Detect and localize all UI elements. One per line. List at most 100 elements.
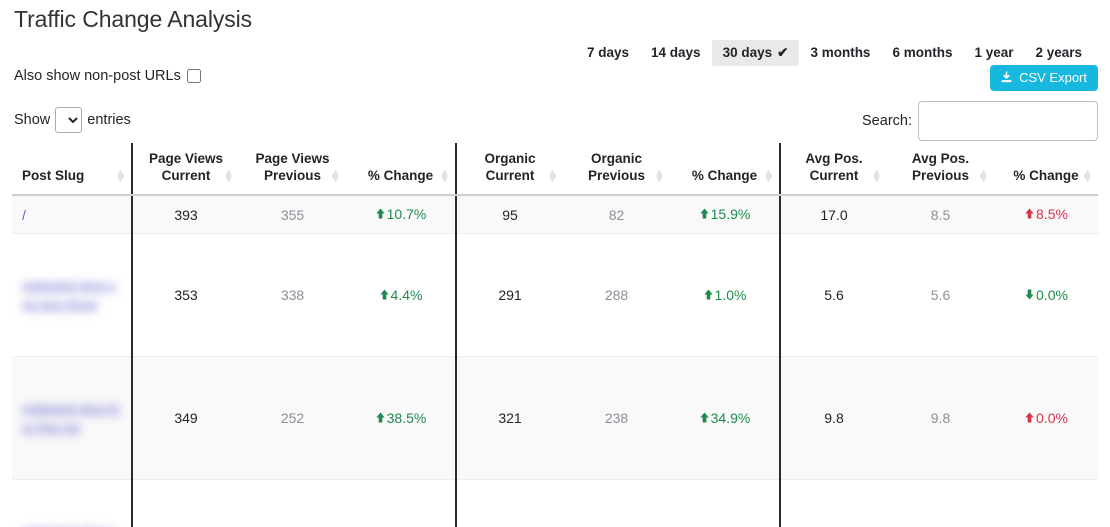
sort-indicator-icon [873,169,880,183]
download-icon [1000,71,1013,84]
column-header-page-views-current-1[interactable]: Page Views Current [131,143,239,196]
post-slug-link[interactable]: / [22,207,26,223]
table-row: redacted-slug-four-five-six 349 252 38.5% 32… [12,356,1098,480]
column-header-avg-pos-current-7[interactable]: Avg Pos. Current [779,143,887,196]
column-header-label: % Change [1013,167,1079,183]
column-header-avg-pos-previous-8[interactable]: Avg Pos. Previous [887,143,994,196]
range-option-6-months[interactable]: 6 months [881,40,963,66]
column-header-post-slug-0[interactable]: Post Slug [12,143,132,196]
search-input[interactable] [918,101,1098,141]
column-header-label: Avg Pos. Previous [911,151,970,183]
table-row: / 393 355 10.7% 95 82 15.9% 17.0 8.5 8.5% [12,194,1098,234]
range-option-label: 2 years [1035,45,1083,60]
show-entries-suffix: entries [87,112,131,128]
column-header-label: Organic Current [484,151,536,183]
percent-change-text: 0.0% [1036,409,1068,426]
range-option-14-days[interactable]: 14 days [640,40,712,66]
range-option-1-year[interactable]: 1 year [963,40,1024,66]
post-slug-link[interactable]: redacted-slug-one-two-three [22,276,122,314]
cell-pv-current: 322 [131,479,239,527]
table-body: / 393 355 10.7% 95 82 15.9% 17.0 8.5 8.5% redacted… [12,194,1098,527]
range-option-label: 14 days [651,45,701,60]
entries-length-control: Show 102550100 entries [14,107,131,133]
cell-org-change: 1.0% [670,233,780,357]
column-header-change-6[interactable]: % Change [670,143,780,196]
cell-pos-current: 17.0 [779,194,887,234]
percent-change-text: 1.0% [714,286,747,303]
non-post-urls-label: Also show non-post URLs [14,68,181,84]
cell-org-current: 95 [455,194,563,234]
traffic-change-table: Post Slug Page Views Current Page Views Pr… [12,143,1098,527]
entries-per-page-select[interactable]: 102550100 [55,107,83,133]
cell-pos-change: 1.0% [994,479,1098,527]
column-header-organic-current-4[interactable]: Organic Current [455,143,563,196]
range-option-label: 7 days [587,45,630,60]
trend-up-arrow-icon [700,208,709,219]
cell-pv-previous: 355 [239,194,346,234]
search-label: Search: [862,113,912,129]
cell-pos-current: 5.6 [779,233,887,357]
column-header-label: % Change [691,167,758,183]
range-option-30-days[interactable]: 30 days ✔ [711,40,800,66]
range-option-7-days[interactable]: 7 days [576,40,640,66]
percent-change-text: 10.7% [386,205,427,222]
trend-up-arrow-icon [1025,412,1034,423]
sort-indicator-icon [117,169,124,183]
percent-change-text: 38.5% [386,409,427,426]
post-slug-link[interactable]: redacted-slug-seven-eight-nine [22,522,122,527]
csv-export-label: CSV Export [1019,70,1087,85]
column-header-page-views-previous-2[interactable]: Page Views Previous [239,143,346,196]
range-option-2-years[interactable]: 2 years [1025,40,1094,66]
sort-indicator-icon [765,169,772,183]
percent-change-value: 8.5% [1024,206,1068,222]
percent-change-text: 0.0% [1036,286,1068,303]
sort-indicator-icon [441,169,448,183]
sort-indicator-icon [656,169,663,183]
trend-up-arrow-icon [376,412,385,423]
cell-pos-change: 0.0% [994,356,1098,480]
range-option-label: 6 months [892,45,953,60]
cell-pos-current: 9.8 [779,356,887,480]
column-header-label: Page Views Previous [255,151,330,183]
check-icon: ✔ [777,45,789,60]
cell-org-previous: 248 [563,479,670,527]
column-header-change-3[interactable]: % Change [346,143,456,196]
column-header-label: Page Views Current [148,151,224,183]
cell-post-slug: / [12,194,132,234]
percent-change-value: 0.0% [1024,410,1068,426]
table-header: Post Slug Page Views Current Page Views Pr… [12,143,1098,196]
non-post-urls-checkbox[interactable] [186,69,201,83]
percent-change-value: 0.0% [1024,287,1068,303]
percent-change-value: 1.0% [703,286,747,303]
percent-change-value: 4.4% [379,287,422,303]
table-row: redacted-slug-seven-eight-nine 3222959.2%… [12,479,1098,527]
column-header-organic-previous-5[interactable]: Organic Previous [563,143,670,196]
range-option-3-months[interactable]: 3 months [799,40,881,66]
percent-change-text: 8.5% [1036,205,1068,222]
column-header-label: Post Slug [22,167,85,183]
cell-org-current: 291 [455,233,563,357]
table-header-row: Post Slug Page Views Current Page Views Pr… [12,143,1098,196]
cell-pos-previous: 5.6 [887,233,994,357]
cell-post-slug: redacted-slug-seven-eight-nine [12,479,132,527]
cell-org-change: 15.9% [670,194,780,234]
cell-pv-current: 353 [131,233,239,357]
cell-pos-previous: 10.8 [887,479,994,527]
cell-pv-current: 393 [131,194,239,234]
sort-indicator-icon [1084,169,1091,183]
cell-pos-previous: 9.8 [887,356,994,480]
percent-change-text: 34.9% [710,409,751,426]
non-post-urls-toggle[interactable]: Also show non-post URLs [14,68,201,84]
cell-org-previous: 238 [563,356,670,480]
column-header-change-9[interactable]: % Change [994,143,1098,196]
sort-indicator-icon [225,169,232,183]
cell-pv-previous: 252 [239,356,346,480]
cell-pv-previous: 295 [239,479,346,527]
trend-up-arrow-icon [376,208,385,219]
csv-export-button[interactable]: CSV Export [990,65,1098,91]
table-row: redacted-slug-one-two-three 353 338 4.4% 291… [12,233,1098,357]
post-slug-link[interactable]: redacted-slug-four-five-six [22,399,122,437]
cell-org-change: 34.9% [670,356,780,480]
cell-post-slug: redacted-slug-four-five-six [12,356,132,480]
range-option-label: 3 months [810,45,871,60]
